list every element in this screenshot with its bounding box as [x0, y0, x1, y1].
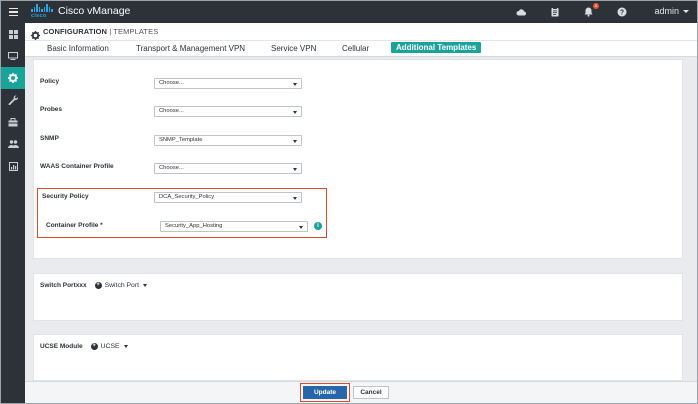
- tab-service-vpn[interactable]: Service VPN: [271, 44, 316, 53]
- switch-port-panel: [33, 273, 683, 321]
- cancel-button[interactable]: Cancel: [353, 386, 389, 399]
- switch-port-row: Switch Portxxx + Switch Port: [40, 282, 147, 289]
- policy-label: Policy: [40, 78, 60, 85]
- administration-icon[interactable]: [1, 133, 25, 155]
- page-title: CONFIGURATION | TEMPLATES: [43, 27, 158, 36]
- tools-icon[interactable]: [1, 89, 25, 111]
- waas-container-profile-select[interactable]: Choose...: [154, 163, 302, 174]
- snmp-label: SNMP: [40, 135, 59, 142]
- security-policy-select-value: DCA_Security_Policy: [159, 194, 215, 200]
- chevron-down-icon: [293, 110, 297, 114]
- dashboard-icon[interactable]: [1, 23, 25, 45]
- menu-icon[interactable]: [1, 1, 25, 23]
- chevron-down-icon: [293, 82, 297, 86]
- tab-additional-templates[interactable]: Additional Templates: [391, 42, 482, 53]
- chevron-down-icon[interactable]: [123, 345, 128, 348]
- tab-cellular[interactable]: Cellular: [342, 44, 369, 53]
- update-button[interactable]: Update: [303, 386, 347, 399]
- ucse-module-row: UCSE Module + UCSE: [40, 343, 128, 350]
- tab-transport-management-vpn[interactable]: Transport & Management VPN: [136, 44, 245, 53]
- container-profile-label: Container Profile *: [46, 222, 103, 229]
- bell-icon[interactable]: 1: [581, 3, 599, 19]
- container-profile-select[interactable]: Security_App_Hosting: [160, 221, 308, 232]
- cisco-logo: cisco: [31, 4, 53, 20]
- security-policy-label: Security Policy: [42, 193, 89, 200]
- svg-text:?: ?: [620, 10, 624, 17]
- info-icon[interactable]: i: [314, 222, 322, 230]
- probes-select[interactable]: Choose...: [154, 106, 302, 117]
- snmp-select[interactable]: SNMP_Template: [154, 135, 302, 146]
- waas-container-profile-select-value: Choose...: [159, 165, 184, 171]
- page-header: CONFIGURATION | TEMPLATES: [25, 23, 697, 41]
- ucse-module-label: UCSE Module: [40, 343, 83, 350]
- plus-icon[interactable]: +: [90, 343, 98, 350]
- policy-select-value: Choose...: [159, 80, 184, 86]
- chevron-down-icon: [299, 225, 303, 229]
- chevron-down-icon: [293, 139, 297, 143]
- cloud-icon[interactable]: [514, 5, 528, 19]
- maintenance-icon[interactable]: [1, 111, 25, 133]
- security-policy-select[interactable]: DCA_Security_Policy: [154, 192, 302, 203]
- user-menu[interactable]: admin: [654, 6, 689, 16]
- snmp-select-value: SNMP_Template: [159, 137, 203, 143]
- clipboard-icon[interactable]: [548, 5, 562, 19]
- add-ucse-button[interactable]: UCSE: [101, 343, 120, 350]
- chevron-down-icon: [293, 196, 297, 200]
- help-icon[interactable]: ?: [615, 5, 629, 19]
- probes-select-value: Choose...: [159, 108, 184, 114]
- username: admin: [654, 6, 679, 16]
- probes-label: Probes: [40, 106, 63, 113]
- ucse-module-panel: [33, 334, 683, 381]
- chevron-down-icon: [293, 167, 297, 171]
- configuration-icon[interactable]: [1, 67, 25, 89]
- app-title: Cisco vManage: [58, 5, 131, 17]
- brand-text: cisco: [31, 13, 47, 19]
- chevron-down-icon: [683, 10, 689, 14]
- plus-icon[interactable]: +: [94, 282, 102, 289]
- switch-port-label: Switch Portxxx: [40, 282, 87, 289]
- monitor-icon[interactable]: [1, 45, 25, 67]
- chevron-down-icon[interactable]: [142, 284, 147, 287]
- notification-badge: 1: [593, 3, 599, 9]
- sidebar: [1, 23, 25, 403]
- section-title: CONFIGURATION: [43, 27, 108, 36]
- analytics-icon[interactable]: [1, 155, 25, 177]
- policy-select[interactable]: Choose...: [154, 78, 302, 89]
- tab-bar: Basic Information Transport & Management…: [25, 41, 697, 57]
- top-bar: cisco Cisco vManage 1 ? admin: [1, 1, 697, 23]
- container-profile-select-value: Security_App_Hosting: [165, 223, 223, 229]
- waas-container-profile-label: WAAS Container Profile: [40, 163, 114, 170]
- tab-basic-information[interactable]: Basic Information: [47, 44, 109, 53]
- add-switch-port-button[interactable]: Switch Port: [105, 282, 139, 289]
- subsection-title: TEMPLATES: [113, 27, 159, 36]
- app-window: cisco Cisco vManage 1 ? admin CONFIGURAT…: [0, 0, 698, 404]
